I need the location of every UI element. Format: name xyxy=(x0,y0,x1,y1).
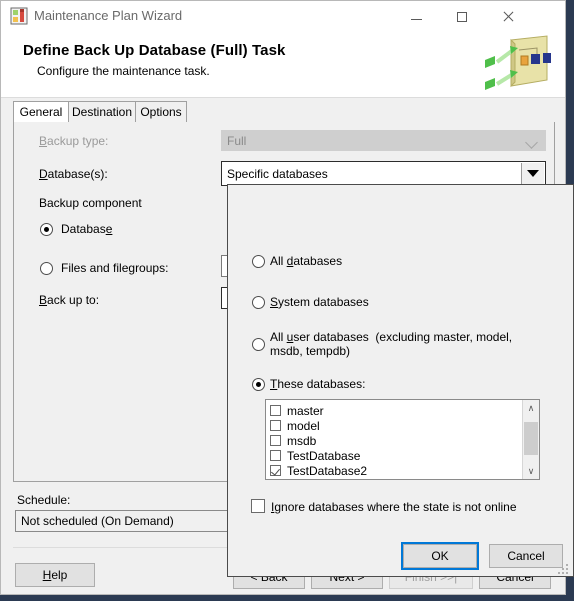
backup-component-label: Backup component xyxy=(39,196,142,210)
radio-database-label: Database xyxy=(61,222,113,236)
list-item-label: msdb xyxy=(287,433,317,448)
page-title: Define Back Up Database (Full) Task xyxy=(23,42,286,59)
radio-all-user-databases[interactable] xyxy=(252,338,265,351)
triangle-down-icon xyxy=(527,170,539,177)
list-item[interactable]: msdb xyxy=(266,433,539,448)
radio-files-filegroups[interactable] xyxy=(40,262,53,275)
databases-value: Specific databases xyxy=(227,166,328,181)
wizard-header: Define Back Up Database (Full) Task Conf… xyxy=(1,32,565,98)
popup-cancel-button-label: Cancel xyxy=(507,549,545,563)
chevron-down-icon xyxy=(525,136,538,149)
tab-destination[interactable]: Destination xyxy=(68,101,136,123)
databases-combo[interactable]: Specific databases xyxy=(221,161,546,186)
list-item[interactable]: TestDatabase2 xyxy=(266,463,539,478)
minimize-button[interactable] xyxy=(393,1,439,32)
tab-general-label: General xyxy=(19,105,63,119)
ignore-offline-text-rest: gnore databases where the state is not o… xyxy=(274,500,517,514)
list-item-label: master xyxy=(287,403,324,418)
maintenance-plan-icon xyxy=(10,7,28,25)
list-item[interactable]: model xyxy=(266,418,539,433)
scrollbar-thumb[interactable] xyxy=(524,422,538,455)
close-icon xyxy=(502,11,514,23)
database-listbox[interactable]: master model msdb TestDatabase TestDatab… xyxy=(265,399,540,480)
list-item[interactable]: master xyxy=(266,403,539,418)
listbox-scrollbar[interactable]: ∧ ∨ xyxy=(522,400,539,479)
tab-general[interactable]: General xyxy=(13,101,69,123)
window-title: Maintenance Plan Wizard xyxy=(34,8,183,23)
maintenance-task-illustration xyxy=(485,35,551,90)
tab-strip: General Destination Options xyxy=(13,101,555,123)
popup-cancel-button[interactable]: Cancel xyxy=(489,544,563,568)
checkbox-checked-icon[interactable] xyxy=(270,465,281,476)
resize-grip-icon[interactable] xyxy=(558,564,569,575)
tab-destination-label: Destination xyxy=(71,105,133,119)
radio-all-user-databases-label: All user databases (excluding master, mo… xyxy=(270,330,513,358)
backup-type-value: Full xyxy=(227,133,247,148)
list-item-label: TestDatabase xyxy=(287,448,361,463)
list-item-label: model xyxy=(287,418,320,433)
schedule-value-text: Not scheduled (On Demand) xyxy=(21,514,174,528)
radio-all-databases-label: All databases xyxy=(270,254,343,268)
help-button[interactable]: Help xyxy=(15,563,95,587)
backup-type-combo: Full xyxy=(221,130,546,151)
checkbox-icon[interactable] xyxy=(270,405,281,416)
ok-button[interactable]: OK xyxy=(401,542,479,570)
minimize-icon xyxy=(410,19,422,20)
ignore-offline-label: Ignore databases where the state is not … xyxy=(271,500,517,514)
maximize-icon xyxy=(457,11,467,22)
radio-system-databases-label: System databases xyxy=(270,295,369,309)
radio-files-filegroups-label: Files and filegroups: xyxy=(61,261,169,275)
radio-all-databases[interactable] xyxy=(252,255,265,268)
ignore-offline-checkbox[interactable] xyxy=(251,499,265,513)
close-button[interactable] xyxy=(485,1,531,32)
list-item[interactable]: TestDatabase xyxy=(266,448,539,463)
combo-dropdown-button[interactable] xyxy=(521,163,544,184)
radio-these-databases[interactable] xyxy=(252,378,265,391)
backup-type-label: Backup type: xyxy=(39,134,109,148)
databases-label: Database(s): xyxy=(39,167,108,181)
checkbox-icon[interactable] xyxy=(270,420,281,431)
schedule-label: Schedule: xyxy=(17,493,71,507)
scroll-up-icon[interactable]: ∧ xyxy=(523,400,539,416)
help-button-label: Help xyxy=(42,568,68,582)
radio-these-databases-label: These databases: xyxy=(270,377,366,391)
title-bar: Maintenance Plan Wizard xyxy=(1,1,565,32)
scroll-down-icon[interactable]: ∨ xyxy=(523,463,539,479)
tab-options-label: Options xyxy=(140,105,182,119)
database-list: master model msdb TestDatabase TestDatab… xyxy=(266,400,539,478)
page-subtitle: Configure the maintenance task. xyxy=(37,64,210,78)
radio-database[interactable] xyxy=(40,223,53,236)
back-up-to-label: Back up to: xyxy=(39,293,100,307)
radio-system-databases[interactable] xyxy=(252,296,265,309)
tab-options[interactable]: Options xyxy=(135,101,187,123)
list-item-label: TestDatabase2 xyxy=(287,463,368,478)
checkbox-icon[interactable] xyxy=(270,435,281,446)
ok-button-label: OK xyxy=(431,549,449,563)
maximize-button[interactable] xyxy=(439,1,485,32)
checkbox-icon[interactable] xyxy=(270,450,281,461)
